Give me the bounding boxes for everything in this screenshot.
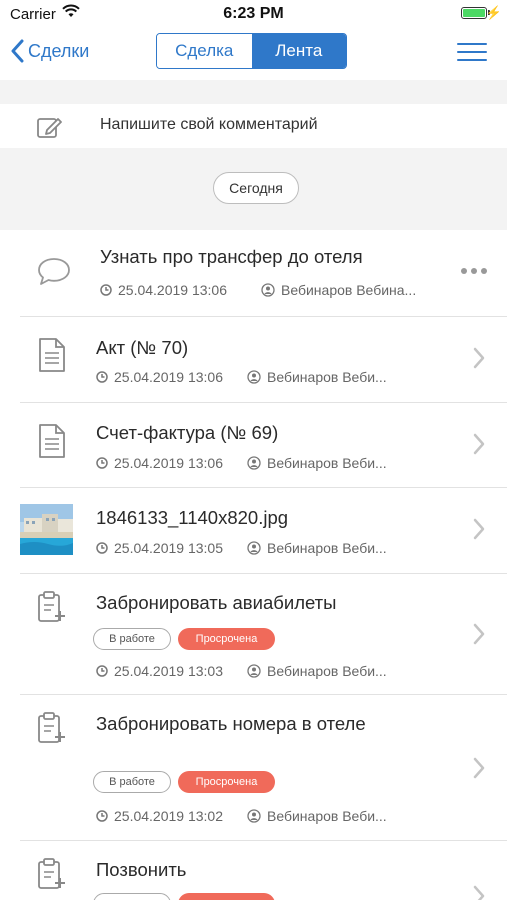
document-icon: [39, 338, 65, 372]
clock-icon: [96, 542, 108, 554]
item-meta: 25.04.2019 13:06 Вебинаров Веби...: [96, 455, 387, 471]
edit-icon: [37, 118, 62, 138]
feed-item[interactable]: Счет-фактура (№ 69) 25.04.2019 13:06 Веб…: [0, 403, 507, 488]
item-meta: 25.04.2019 13:06 Вебинаров Веби...: [96, 369, 387, 385]
feed-item[interactable]: Забронировать авиабилеты В работе Просро…: [0, 574, 507, 695]
comment-input[interactable]: Напишите свой комментарий: [0, 104, 507, 148]
tab-deal[interactable]: Сделка: [157, 34, 252, 68]
chevron-left-icon: [11, 39, 24, 63]
item-meta: 25.04.2019 13:02 Вебинаров Веби...: [96, 808, 387, 824]
overdue-badge: Просрочена: [178, 628, 275, 650]
clock-icon: [96, 457, 108, 469]
clock-icon: [100, 284, 112, 296]
item-user: Вебинаров Веби...: [267, 808, 387, 824]
feed-item[interactable]: Акт (№ 70) 25.04.2019 13:06 Вебинаров Ве…: [0, 317, 507, 403]
chevron-right-icon: [473, 347, 485, 369]
item-title: Акт (№ 70): [96, 337, 189, 358]
item-date: 25.04.2019 13:02: [114, 808, 223, 824]
feed-item[interactable]: Забронировать номера в отеле В работе Пр…: [0, 695, 507, 841]
feed-item[interactable]: Позвонить: [0, 841, 507, 900]
item-user: Вебинаров Вебина...: [281, 282, 417, 298]
item-date: 25.04.2019 13:06: [118, 282, 227, 298]
item-meta: 25.04.2019 13:06 Вебинаров Вебина...: [100, 282, 416, 298]
feed-item[interactable]: Узнать про трансфер до отеля 25.04.2019 …: [0, 230, 507, 317]
more-options-icon[interactable]: [457, 268, 487, 274]
user-icon: [247, 664, 261, 678]
navigation-bar: Сделки Сделка Лента: [0, 28, 507, 80]
item-title: Забронировать номера в отеле: [96, 713, 366, 734]
image-thumbnail: [20, 504, 73, 555]
divider-area: [0, 80, 507, 104]
item-title: Узнать про трансфер до отеля: [100, 246, 363, 267]
task-icon: [38, 591, 65, 622]
item-user: Вебинаров Веби...: [267, 540, 387, 556]
task-icon: [38, 858, 65, 889]
date-pill: Сегодня: [213, 172, 299, 204]
chevron-right-icon: [473, 433, 485, 455]
chevron-right-icon: [473, 885, 485, 900]
user-icon: [261, 283, 275, 297]
item-date: 25.04.2019 13:05: [114, 540, 223, 556]
status-badge: [93, 893, 171, 900]
comment-placeholder: Напишите свой комментарий: [100, 116, 318, 133]
chevron-right-icon: [473, 623, 485, 645]
clock-icon: [96, 371, 108, 383]
status-bar: Carrier 6:23 PM ⚡: [0, 0, 507, 28]
back-label: Сделки: [28, 40, 90, 61]
overdue-badge: [178, 893, 275, 900]
task-icon: [38, 712, 65, 743]
charging-icon: ⚡: [485, 5, 502, 20]
item-title: Позвонить: [96, 859, 187, 880]
hamburger-menu-icon[interactable]: [457, 43, 487, 63]
date-section: Сегодня: [0, 148, 507, 230]
item-meta: 25.04.2019 13:03 Вебинаров Веби...: [96, 663, 387, 679]
document-icon: [39, 424, 65, 458]
overdue-badge: Просрочена: [178, 771, 275, 793]
item-meta: 25.04.2019 13:05 Вебинаров Веби...: [96, 540, 387, 556]
user-icon: [247, 370, 261, 384]
item-date: 25.04.2019 13:06: [114, 455, 223, 471]
chevron-right-icon: [473, 757, 485, 779]
item-user: Вебинаров Веби...: [267, 369, 387, 385]
item-user: Вебинаров Веби...: [267, 663, 387, 679]
comment-icon: [38, 258, 70, 285]
back-button[interactable]: Сделки: [10, 39, 89, 63]
status-badge: В работе: [93, 771, 171, 793]
battery-icon: [461, 7, 487, 19]
item-date: 25.04.2019 13:06: [114, 369, 223, 385]
user-icon: [247, 809, 261, 823]
status-time: 6:23 PM: [223, 5, 284, 22]
clock-icon: [96, 665, 108, 677]
item-title: 1846133_1140x820.jpg: [96, 507, 289, 528]
chevron-right-icon: [473, 518, 485, 540]
item-date: 25.04.2019 13:03: [114, 663, 223, 679]
feed-item[interactable]: 1846133_1140x820.jpg 25.04.2019 13:05 Ве…: [0, 488, 507, 574]
tab-feed[interactable]: Лента: [251, 34, 346, 68]
item-user: Вебинаров Веби...: [267, 455, 387, 471]
user-icon: [247, 541, 261, 555]
clock-icon: [96, 810, 108, 822]
status-badge: В работе: [93, 628, 171, 650]
item-title: Счет-фактура (№ 69): [96, 422, 279, 443]
user-icon: [247, 456, 261, 470]
item-title: Забронировать авиабилеты: [96, 592, 337, 613]
segmented-control: Сделка Лента: [156, 33, 347, 69]
